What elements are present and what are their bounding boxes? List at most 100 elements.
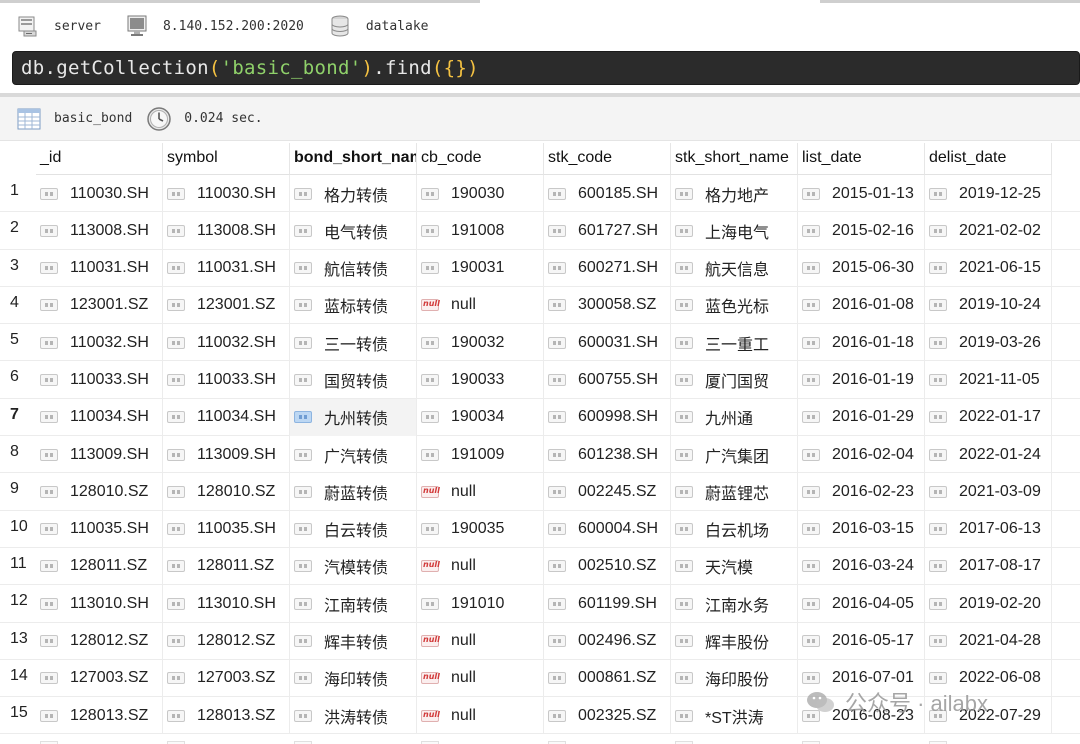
connection-server[interactable]: server bbox=[16, 14, 101, 38]
cell-list-date[interactable]: 2016-01-19 bbox=[798, 361, 925, 399]
cell-symbol[interactable]: 110030.SH bbox=[163, 175, 290, 212]
column-header-symbol[interactable]: symbol bbox=[163, 143, 290, 175]
cell-bond-short-name[interactable]: 白云转债 bbox=[290, 510, 417, 548]
cell-list-date[interactable]: 2016-02-23 bbox=[798, 473, 925, 511]
cell-list-date[interactable]: 2016-07-01 bbox=[798, 659, 925, 697]
cell-cb-code[interactable]: null null bbox=[417, 622, 544, 660]
cell-list-date[interactable]: 2016-03-24 bbox=[798, 547, 925, 585]
cell-cb-code[interactable]: null null bbox=[417, 473, 544, 511]
cell-list-date[interactable]: 2016-02-04 bbox=[798, 436, 925, 474]
connection-address[interactable]: 8.140.152.200:2020 bbox=[125, 14, 304, 38]
cell-id[interactable]: 113009.SH bbox=[36, 436, 163, 474]
cell-list-date[interactable]: 2016-08-23 bbox=[798, 697, 925, 735]
cell-bond-short-name[interactable]: 电气转债 bbox=[290, 212, 417, 250]
cell-stk-short-name[interactable]: *ST洪涛 bbox=[671, 697, 798, 735]
cell-bond-short-name[interactable]: 汽模转债 bbox=[290, 547, 417, 585]
cell-stk-short-name[interactable]: 蓝色光标 bbox=[671, 286, 798, 324]
cell-bond-short-name[interactable]: 航信转债 bbox=[290, 249, 417, 287]
cell-id[interactable]: 128013.SZ bbox=[36, 697, 163, 735]
result-collection[interactable]: basic_bond bbox=[16, 106, 132, 132]
cell-cb-code[interactable]: 190035 bbox=[417, 510, 544, 548]
cell-stk-code[interactable]: 002245.SZ bbox=[544, 473, 671, 511]
cell-id[interactable]: 128012.SZ bbox=[36, 622, 163, 660]
cell-bond-short-name[interactable]: 格力转债 bbox=[290, 175, 417, 212]
column-header-bond-short-name[interactable]: bond_short_name bbox=[290, 143, 417, 175]
cell-stk-short-name[interactable]: 天汽模 bbox=[671, 547, 798, 585]
cell-bond-short-name[interactable]: 洪涛转债 bbox=[290, 697, 417, 735]
cell-symbol[interactable]: 110032.SH bbox=[163, 324, 290, 362]
cell-list-date[interactable]: 2015-02-16 bbox=[798, 212, 925, 250]
cell-bond-short-name[interactable]: 三一转债 bbox=[290, 324, 417, 362]
cell-stk-short-name[interactable]: 白云机场 bbox=[671, 510, 798, 548]
cell-stk-short-name[interactable]: 江南水务 bbox=[671, 585, 798, 623]
connection-database[interactable]: datalake bbox=[328, 14, 428, 38]
cell-stk-code[interactable]: 601199.SH bbox=[544, 585, 671, 623]
cell-symbol[interactable]: 127003.SZ bbox=[163, 659, 290, 697]
cell-bond-short-name[interactable]: 九州转债 bbox=[290, 398, 417, 436]
cell-stk-code[interactable]: 300058.SZ bbox=[544, 286, 671, 324]
cell-stk-short-name[interactable]: 三一重工 bbox=[671, 324, 798, 362]
cell-id[interactable]: 110033.SH bbox=[36, 361, 163, 399]
cell-stk-code[interactable]: 600185.SH bbox=[544, 175, 671, 212]
cell-cb-code[interactable]: 190034 bbox=[417, 398, 544, 436]
cell-delist-date[interactable]: 2022-01-17 bbox=[925, 398, 1052, 436]
table-row[interactable]: 13 128012.SZ 128012.SZ 辉丰转债 null null 002496.S… bbox=[0, 622, 1080, 660]
cell-list-date[interactable]: 2016-01-29 bbox=[798, 398, 925, 436]
cell-cb-code[interactable]: 190031 bbox=[417, 249, 544, 287]
cell-id[interactable]: 110035.SH bbox=[36, 510, 163, 548]
table-row[interactable]: 6 110033.SH 110033.SH 国贸转债 190033 600755.SH 厦门… bbox=[0, 361, 1080, 399]
cell-bond-short-name[interactable]: 蓝标转债 bbox=[290, 286, 417, 324]
cell-stk-short-name[interactable]: 格力地产 bbox=[671, 175, 798, 212]
table-row[interactable]: 2 113008.SH 113008.SH 电气转债 191008 601727.SH 上海… bbox=[0, 212, 1080, 250]
cell-stk-code[interactable]: 600004.SH bbox=[544, 510, 671, 548]
cell-bond-short-name[interactable]: 江南转债 bbox=[290, 585, 417, 623]
cell-list-date[interactable]: 2015-06-30 bbox=[798, 249, 925, 287]
cell-list-date[interactable]: 2016-04-05 bbox=[798, 585, 925, 623]
cell-delist-date[interactable]: 2022-06-08 bbox=[925, 659, 1052, 697]
table-row[interactable]: 3 110031.SH 110031.SH 航信转债 190031 600271.SH 航天… bbox=[0, 249, 1080, 287]
cell-stk-code[interactable]: 002510.SZ bbox=[544, 547, 671, 585]
cell-stk-short-name[interactable]: 厦门国贸 bbox=[671, 361, 798, 399]
cell-id[interactable]: 110030.SH bbox=[36, 175, 163, 212]
cell-id[interactable]: 127003.SZ bbox=[36, 659, 163, 697]
cell-stk-code[interactable]: 000861.SZ bbox=[544, 659, 671, 697]
cell-delist-date[interactable]: 2021-06-15 bbox=[925, 249, 1052, 287]
cell-delist-date[interactable]: 2019-02-20 bbox=[925, 585, 1052, 623]
cell-bond-short-name[interactable]: 广汽转债 bbox=[290, 436, 417, 474]
cell-delist-date[interactable]: 2021-02-02 bbox=[925, 212, 1052, 250]
cell-bond-short-name[interactable]: 国贸转债 bbox=[290, 361, 417, 399]
cell-id[interactable]: 110034.SH bbox=[36, 398, 163, 436]
cell-symbol[interactable]: 110034.SH bbox=[163, 398, 290, 436]
cell-cb-code[interactable]: 190033 bbox=[417, 361, 544, 399]
cell-stk-short-name[interactable]: 海印股份 bbox=[671, 659, 798, 697]
cell-delist-date[interactable]: 2021-11-05 bbox=[925, 361, 1052, 399]
cell-bond-short-name[interactable]: 海印转债 bbox=[290, 659, 417, 697]
cell-stk-short-name[interactable]: 上海电气 bbox=[671, 212, 798, 250]
cell-list-date[interactable]: 2016-03-15 bbox=[798, 510, 925, 548]
cell-cb-code[interactable]: null null bbox=[417, 547, 544, 585]
cell-symbol[interactable]: 128013.SZ bbox=[163, 697, 290, 735]
cell-list-date[interactable]: 2015-01-13 bbox=[798, 175, 925, 212]
cell-stk-short-name[interactable]: 辉丰股份 bbox=[671, 622, 798, 660]
cell-list-date[interactable]: 2016-01-08 bbox=[798, 286, 925, 324]
cell-stk-code[interactable]: 600755.SH bbox=[544, 361, 671, 399]
cell-bond-short-name[interactable]: 辉丰转债 bbox=[290, 622, 417, 660]
table-row[interactable]: 12 113010.SH 113010.SH 江南转债 191010 601199.SH 江… bbox=[0, 585, 1080, 623]
cell-delist-date[interactable]: 2019-12-25 bbox=[925, 175, 1052, 212]
cell-delist-date[interactable]: 2022-07-29 bbox=[925, 697, 1052, 735]
table-row[interactable]: 9 128010.SZ 128010.SZ 蔚蓝转债 null null 002245.SZ… bbox=[0, 473, 1080, 511]
table-row[interactable]: 1 110030.SH 110030.SH 格力转债 190030 600185.SH 格力… bbox=[0, 175, 1080, 213]
cell-symbol[interactable]: 113009.SH bbox=[163, 436, 290, 474]
query-editor[interactable]: db.getCollection('basic_bond') .find({}) bbox=[12, 51, 1080, 85]
cell-delist-date[interactable]: 2017-08-17 bbox=[925, 547, 1052, 585]
cell-stk-code[interactable]: 600031.SH bbox=[544, 324, 671, 362]
cell-symbol[interactable]: 110033.SH bbox=[163, 361, 290, 399]
table-row[interactable]: 8 113009.SH 113009.SH 广汽转债 191009 601238.SH 广汽… bbox=[0, 436, 1080, 474]
cell-symbol[interactable]: 123001.SZ bbox=[163, 286, 290, 324]
column-header-stk-code[interactable]: stk_code bbox=[544, 143, 671, 175]
cell-stk-code[interactable]: 600998.SH bbox=[544, 398, 671, 436]
cell-symbol[interactable]: 110031.SH bbox=[163, 249, 290, 287]
cell-cb-code[interactable]: 191010 bbox=[417, 585, 544, 623]
column-header-cb-code[interactable]: cb_code bbox=[417, 143, 544, 175]
table-row[interactable]: 10 110035.SH 110035.SH 白云转债 190035 600004.SH 白… bbox=[0, 510, 1080, 548]
